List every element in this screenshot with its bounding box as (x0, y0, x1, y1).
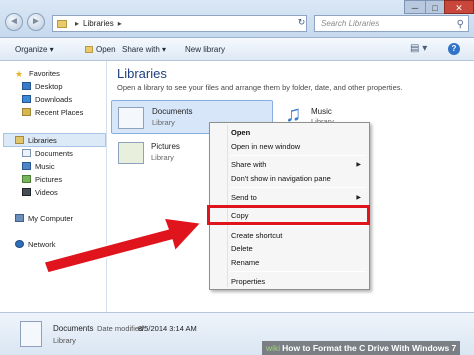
menu-item-properties[interactable]: Properties (231, 277, 265, 286)
sidebar-item-label: Music (35, 162, 55, 171)
sidebar-item-label: Videos (35, 188, 58, 197)
address-bar[interactable]: ▸ Libraries ▸ (52, 15, 307, 32)
watermark: wiki How to Format the C Drive With Windo… (262, 341, 461, 355)
page-subtitle: Open a library to see your files and arr… (117, 83, 403, 92)
sidebar-item-label: Libraries (28, 136, 57, 145)
menu-item-dont-show[interactable]: Don't show in navigation pane (231, 174, 331, 183)
submenu-arrow-icon: ▶ (356, 195, 361, 201)
music-icon (22, 162, 31, 170)
search-placeholder: Search Libraries (321, 19, 380, 28)
organize-button[interactable]: Organize ▾ (15, 45, 54, 54)
back-button[interactable]: ◄ (5, 13, 23, 31)
sidebar-item-label: Desktop (35, 82, 63, 91)
sidebar-item-favorites[interactable]: ★ Favorites (15, 69, 60, 79)
sidebar-item-label: Network (28, 240, 56, 249)
sidebar-item-pictures[interactable]: Pictures (22, 175, 62, 184)
menu-item-open[interactable]: Open (231, 128, 250, 137)
menu-separator (230, 271, 366, 272)
sidebar-item-label: My Computer (28, 214, 74, 223)
desktop-icon (22, 82, 31, 90)
details-modified-value: 8/5/2014 3:14 AM (138, 324, 197, 333)
help-icon[interactable]: ? (448, 43, 460, 55)
command-bar: Organize ▾ Open Share with ▾ New library… (0, 38, 474, 61)
sidebar-item-network[interactable]: Network (15, 240, 56, 249)
computer-icon (15, 214, 24, 222)
sidebar-item-recent-places[interactable]: Recent Places (22, 108, 83, 117)
watermark-brand: wiki (266, 343, 281, 353)
sidebar-item-libraries[interactable]: Libraries (15, 136, 57, 145)
views-icon[interactable]: ▤ ▾ (410, 43, 427, 54)
library-name: Pictures (151, 142, 180, 151)
downloads-icon (22, 95, 31, 103)
breadcrumb-libraries[interactable]: Libraries (83, 19, 114, 28)
star-icon: ★ (15, 69, 24, 79)
sidebar-item-my-computer[interactable]: My Computer (15, 214, 73, 223)
menu-separator (230, 187, 366, 188)
pictures-icon (22, 175, 31, 183)
minimize-button[interactable]: ─ (404, 0, 426, 14)
open-button[interactable]: Open (85, 45, 116, 54)
network-icon (15, 240, 24, 248)
sidebar-item-label: Downloads (35, 95, 73, 104)
navigation-pane: ★ Favorites Desktop Downloads Recent Plac… (0, 61, 107, 312)
menu-separator (230, 155, 366, 156)
chevron-icon[interactable]: ▸ (118, 19, 122, 28)
library-name: Documents (152, 107, 193, 116)
forward-button[interactable]: ► (27, 13, 45, 31)
forward-icon: ► (31, 16, 41, 27)
chevron-icon: ▸ (75, 19, 80, 28)
maximize-icon: □ (432, 3, 438, 13)
pictures-icon (118, 142, 144, 164)
submenu-arrow-icon: ▶ (356, 162, 361, 168)
copy-highlight-box (207, 205, 370, 225)
folder-icon (57, 19, 67, 28)
menu-item-create-shortcut[interactable]: Create shortcut (231, 231, 282, 240)
videos-icon (22, 188, 31, 196)
sidebar-item-desktop[interactable]: Desktop (22, 82, 63, 91)
close-icon: ✕ (455, 3, 463, 13)
documents-icon (20, 321, 42, 347)
minimize-icon: ─ (411, 3, 419, 13)
documents-icon (22, 149, 31, 157)
menu-separator (230, 225, 366, 226)
close-button[interactable]: ✕ (444, 0, 474, 14)
details-type: Library (53, 336, 76, 345)
sidebar-item-videos[interactable]: Videos (22, 188, 58, 197)
sidebar-item-music[interactable]: Music (22, 162, 55, 171)
sidebar-item-label: Recent Places (35, 108, 84, 117)
library-type: Library (151, 153, 174, 162)
library-type: Library (152, 118, 175, 127)
documents-icon (118, 107, 144, 129)
watermark-text: How to Format the C Drive With Windows 7 (282, 343, 457, 353)
folder-icon (85, 46, 93, 53)
menu-item-rename[interactable]: Rename (231, 258, 259, 267)
sidebar-item-label: Pictures (35, 175, 63, 184)
details-name: Documents (53, 324, 94, 333)
library-icon (15, 136, 24, 144)
sidebar-item-documents[interactable]: Documents (22, 149, 73, 158)
sidebar-item-downloads[interactable]: Downloads (22, 95, 72, 104)
refresh-icon[interactable]: ↻ (296, 15, 307, 30)
page-title: Libraries (117, 66, 167, 81)
open-label: Open (96, 45, 116, 54)
library-name: Music (311, 107, 332, 116)
recent-places-icon (22, 108, 31, 116)
maximize-button[interactable]: □ (425, 0, 445, 14)
new-library-button[interactable]: New library (185, 45, 225, 54)
back-icon: ◄ (9, 16, 19, 27)
search-icon[interactable]: ⚲ (457, 17, 464, 32)
menu-item-open-new-window[interactable]: Open in new window (231, 142, 300, 151)
menu-item-share-with[interactable]: Share with (231, 160, 266, 169)
menu-item-send-to[interactable]: Send to (231, 193, 257, 202)
title-bar: ◄ ► ▸ Libraries ▸ ↻ Search Libraries ⚲ ─ □… (0, 0, 474, 38)
menu-item-delete[interactable]: Delete (231, 244, 253, 253)
search-input[interactable]: Search Libraries ⚲ (314, 15, 469, 32)
sidebar-item-label: Documents (35, 149, 73, 158)
sidebar-item-label: Favorites (29, 69, 60, 78)
share-with-button[interactable]: Share with ▾ (122, 45, 166, 54)
